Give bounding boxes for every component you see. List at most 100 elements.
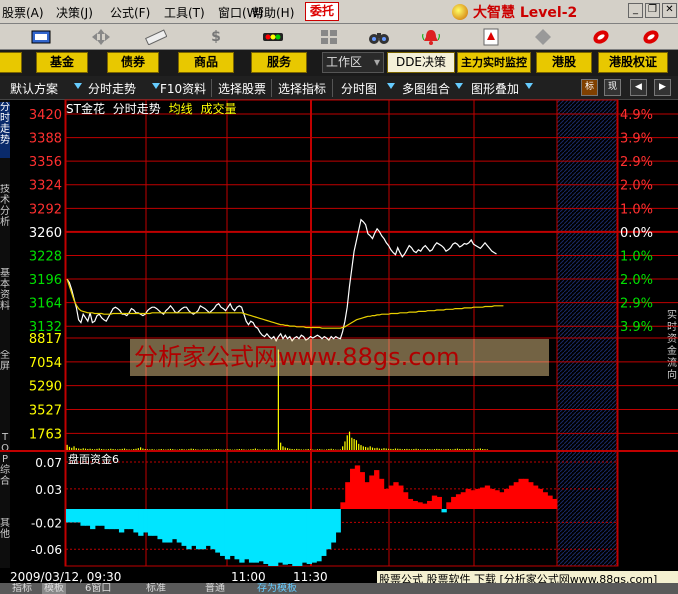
- default-scheme[interactable]: 默认方案: [10, 80, 58, 97]
- restore-icon[interactable]: ❐: [645, 3, 660, 18]
- fund-bar: [268, 509, 274, 566]
- minimize-icon[interactable]: _: [628, 3, 643, 18]
- workspace-chevron-icon: ▾: [373, 55, 380, 69]
- chart-toolbar: 默认方案 分时走势 F10资料 选择股票 选择指标 分时图 多图组合 图形叠加 …: [0, 76, 678, 100]
- divider: [211, 79, 212, 97]
- nav-edge[interactable]: [0, 52, 22, 73]
- sidebar-tab-trend[interactable]: 分时走势: [0, 102, 10, 158]
- fund-bar: [431, 495, 438, 509]
- menu-formula[interactable]: 公式(F): [110, 4, 150, 21]
- bell-icon[interactable]: [420, 27, 442, 47]
- menu-decision[interactable]: 决策(J): [56, 4, 93, 21]
- sidebar-tab-basic[interactable]: 基本资料: [0, 268, 10, 320]
- nav-hk-stock[interactable]: 港股: [536, 52, 592, 73]
- pct-tick-label: 2.0%: [620, 273, 653, 288]
- menu-help[interactable]: 帮助(H): [252, 4, 294, 21]
- select-indicator[interactable]: 选择指标: [278, 80, 326, 97]
- alert-icon[interactable]: [480, 27, 502, 47]
- tab-save-template[interactable]: 存为模板: [257, 583, 297, 594]
- biao-button[interactable]: 标: [581, 79, 598, 96]
- sidebar-tab-tech[interactable]: 技术分析: [0, 184, 10, 234]
- tab-standard[interactable]: 标准: [146, 583, 166, 594]
- fund-bar: [417, 502, 423, 509]
- fund-bar: [451, 496, 457, 509]
- volume-tick-label: 8817: [29, 332, 62, 347]
- time-trend[interactable]: 分时走势: [88, 80, 136, 97]
- nav-hk-warrant[interactable]: 港股权证: [598, 52, 668, 73]
- overlay-arrow-icon[interactable]: [525, 83, 533, 89]
- fund-bar: [475, 488, 481, 509]
- fund-bar: [143, 509, 149, 533]
- sidebar-tab-top[interactable]: TOP综合: [0, 432, 10, 488]
- nav-commodity[interactable]: 商品: [178, 52, 234, 73]
- flame-icon[interactable]: [590, 27, 612, 47]
- volume-tick-label: 5290: [29, 380, 62, 395]
- fund-bar: [70, 509, 77, 523]
- chart-arrow-icon[interactable]: [387, 83, 395, 89]
- move-icon[interactable]: [90, 27, 112, 47]
- fund-bar: [518, 478, 524, 509]
- screen-icon[interactable]: [30, 27, 52, 47]
- tab-indicator[interactable]: 指标: [12, 583, 32, 594]
- price-tick-label: 3388: [29, 132, 62, 147]
- binoculars-icon[interactable]: [368, 27, 390, 47]
- fund-bar: [528, 482, 534, 509]
- sidebar-tab-other[interactable]: 其他: [0, 518, 10, 548]
- nav-service[interactable]: 服务: [251, 52, 307, 73]
- future-area: [557, 100, 617, 566]
- fund-bar: [374, 470, 380, 509]
- fund-bar: [224, 509, 231, 560]
- ruler-icon[interactable]: [145, 27, 167, 47]
- xian-button[interactable]: 现: [604, 79, 621, 96]
- diamond-icon[interactable]: [532, 27, 554, 47]
- pct-tick-label: 2.9%: [620, 297, 653, 312]
- fund-bar: [547, 495, 553, 509]
- time-chart[interactable]: 分时图: [341, 80, 377, 97]
- pct-tick-label: 1.0%: [620, 202, 653, 217]
- trend-arrow-icon[interactable]: [152, 83, 160, 89]
- flame-alt-icon[interactable]: [640, 27, 662, 47]
- pct-tick-label: 2.9%: [620, 155, 653, 170]
- price-tick-label: 3420: [29, 108, 62, 123]
- fund-bar: [157, 509, 163, 540]
- multi-arrow-icon[interactable]: [455, 83, 463, 89]
- fund-bar: [263, 509, 269, 564]
- nav-dde[interactable]: DDE决策: [387, 52, 455, 73]
- fund-bar: [508, 485, 515, 509]
- workspace-dropdown[interactable]: 工作区 ▾: [322, 52, 384, 73]
- right-info-column[interactable]: 实时资金流向: [666, 310, 678, 560]
- nav-main-force[interactable]: 主力实时监控: [457, 52, 531, 73]
- nav-bond[interactable]: 债券: [107, 52, 159, 73]
- prev-icon[interactable]: ◀: [630, 79, 647, 96]
- fund-bar: [325, 509, 332, 550]
- dollar-icon[interactable]: $: [205, 27, 227, 47]
- price-tick-label: 3132: [29, 320, 62, 335]
- divider: [332, 79, 333, 97]
- sidebar-tab-fullscreen[interactable]: 全屏: [0, 350, 10, 380]
- fund-bar: [407, 498, 414, 509]
- price-tick-label: 3196: [29, 273, 62, 288]
- f10-info[interactable]: F10资料: [160, 80, 206, 97]
- grid-icon[interactable]: [318, 27, 340, 47]
- price-tick-label: 3260: [29, 226, 62, 241]
- workspace-label: 工作区: [326, 55, 363, 69]
- menu-tools[interactable]: 工具(T): [164, 4, 205, 21]
- fund-bar: [292, 509, 298, 566]
- next-icon[interactable]: ▶: [654, 79, 671, 96]
- traffic-light-icon[interactable]: [262, 27, 284, 47]
- select-stock[interactable]: 选择股票: [218, 80, 266, 97]
- fund-bar: [99, 509, 106, 526]
- tab-template[interactable]: 模板: [42, 583, 66, 594]
- tab-6window[interactable]: 6窗口: [85, 583, 111, 594]
- fund-bar: [316, 509, 322, 562]
- menu-stock[interactable]: 股票(A): [2, 4, 44, 21]
- stock-name: ST金花: [66, 102, 105, 116]
- scheme-arrow-icon[interactable]: [74, 83, 82, 89]
- nav-fund[interactable]: 基金: [36, 52, 88, 73]
- overlay-chart[interactable]: 图形叠加: [471, 80, 519, 97]
- tab-normal[interactable]: 普通: [205, 583, 225, 594]
- close-icon[interactable]: ✕: [662, 3, 677, 18]
- weituo-button[interactable]: 委托: [305, 2, 339, 21]
- multi-chart[interactable]: 多图组合: [402, 80, 450, 97]
- fund-bar: [489, 488, 495, 509]
